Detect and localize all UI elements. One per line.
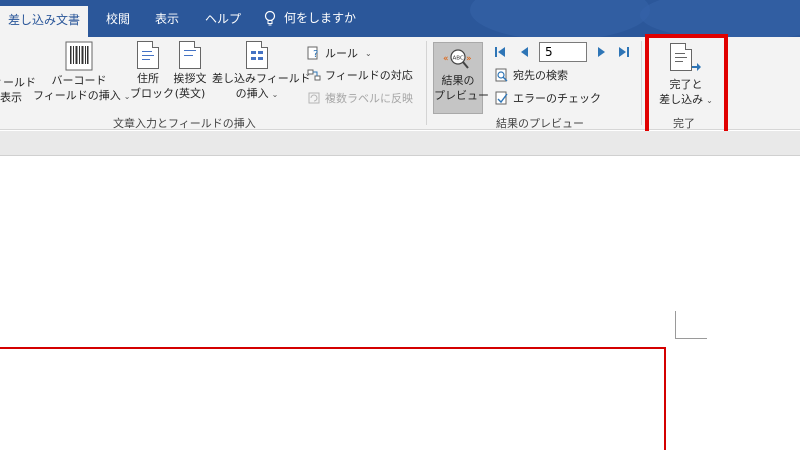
address-block-button[interactable]: 住所 ブロック <box>130 41 174 101</box>
greeting-line-label-2: (英文) <box>174 87 206 100</box>
preview-results-label-1: 結果の <box>441 74 475 87</box>
tab-view[interactable]: 表示 <box>155 10 179 27</box>
check-errors-label: エラーのチェック <box>513 92 601 105</box>
update-labels-button[interactable]: 複数ラベルに反映 <box>307 90 413 106</box>
find-recipient-label: 宛先の検索 <box>513 69 568 82</box>
merge-field-icon <box>246 41 268 69</box>
check-errors-icon <box>495 91 508 105</box>
group-separator <box>641 41 642 125</box>
svg-text:«: « <box>443 54 449 64</box>
greeting-line-icon <box>179 41 201 69</box>
tab-help[interactable]: ヘルプ <box>205 10 241 27</box>
barcode-label-2: フィールドの挿入 <box>33 89 121 102</box>
tell-me-box[interactable]: 何をしますか <box>264 9 356 26</box>
first-record-icon[interactable] <box>494 46 506 61</box>
barcode-label-1: バーコード <box>51 74 107 87</box>
record-number-input[interactable] <box>539 42 587 62</box>
insert-merge-field-label-2: の挿入 <box>235 87 269 100</box>
address-block-icon <box>137 41 159 69</box>
ruler-strip <box>0 131 800 156</box>
svg-text:?: ? <box>313 49 318 60</box>
show-fields-button[interactable]: ィールド 表示 <box>0 75 36 105</box>
ribbon-tab-bar: 差し込み文書 校閲 表示 ヘルプ 何をしますか <box>0 0 800 37</box>
last-record-icon[interactable] <box>618 46 630 61</box>
insert-merge-field-label-1: 差し込みフィールド <box>212 72 311 85</box>
chevron-down-icon: ⌄ <box>365 48 372 58</box>
group-separator <box>426 41 427 125</box>
find-recipient-icon <box>495 68 508 82</box>
rules-button[interactable]: ? ルール ⌄ <box>307 45 372 61</box>
barcode-field-button[interactable]: バーコード フィールドの挿入 ⌄ <box>33 41 130 104</box>
tab-mailings[interactable]: 差し込み文書 <box>0 6 89 37</box>
match-fields-icon <box>307 69 321 81</box>
rules-icon: ? <box>307 46 318 60</box>
write-insert-group-label: 文章入力とフィールドの挿入 <box>113 117 256 130</box>
update-labels-icon <box>308 92 320 104</box>
insert-merge-field-button[interactable]: 差し込みフィールド の挿入 ⌄ <box>212 41 311 102</box>
tab-review[interactable]: 校閲 <box>106 10 130 27</box>
margin-mark <box>675 338 707 339</box>
preview-results-icon: « ABC » <box>443 49 472 69</box>
red-frame <box>0 347 666 450</box>
highlight-rectangle <box>645 34 728 139</box>
show-fields-label-2: 表示 <box>0 91 22 104</box>
tabbar-decoration <box>640 0 800 37</box>
preview-group-label: 結果のプレビュー <box>496 117 584 130</box>
margin-mark <box>675 311 676 339</box>
chevron-down-icon: ⌄ <box>271 90 279 99</box>
greeting-line-button[interactable]: 挨拶文 (英文) <box>170 41 210 101</box>
greeting-line-label-1: 挨拶文 <box>173 72 207 85</box>
match-fields-label: フィールドの対応 <box>325 69 413 82</box>
lightbulb-icon <box>264 10 276 25</box>
show-fields-label-1: ィールド <box>0 76 36 89</box>
address-block-label-1: 住所 <box>137 72 159 85</box>
address-block-label-2: ブロック <box>130 87 174 100</box>
check-errors-button[interactable]: エラーのチェック <box>495 90 601 106</box>
tell-me-label: 何をしますか <box>284 11 357 25</box>
preview-results-button[interactable]: « ABC » 結果の プレビュー <box>433 42 489 114</box>
rules-label: ルール <box>325 47 358 60</box>
tabbar-decoration <box>470 0 650 37</box>
update-labels-label: 複数ラベルに反映 <box>325 92 413 105</box>
preview-results-label-2: プレビュー <box>434 89 489 102</box>
barcode-icon <box>65 41 93 71</box>
next-record-icon[interactable] <box>596 46 608 61</box>
previous-record-icon[interactable] <box>518 46 530 61</box>
svg-text:»: » <box>466 54 472 64</box>
svg-text:ABC: ABC <box>453 56 464 62</box>
match-fields-button[interactable]: フィールドの対応 <box>307 67 413 83</box>
find-recipient-button[interactable]: 宛先の検索 <box>495 67 568 83</box>
